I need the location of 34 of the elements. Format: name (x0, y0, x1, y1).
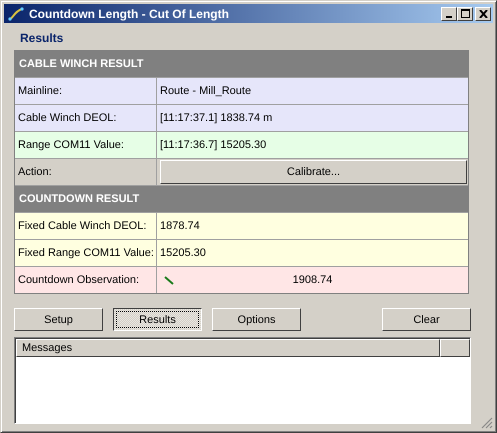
maximize-button[interactable] (457, 6, 473, 20)
slash-icon (164, 276, 174, 284)
row-value: Route - Mill_Route (160, 85, 252, 97)
maximize-icon (460, 9, 470, 18)
resize-grip-icon[interactable] (481, 417, 493, 429)
curve-icon (8, 6, 24, 20)
nav-button[interactable]: Results (113, 308, 202, 331)
window-title: Countdown Length - Cut Of Length (29, 6, 230, 20)
column-header[interactable]: Messages (16, 339, 440, 357)
calibrate-button[interactable]: Calibrate... (160, 160, 467, 184)
row-value: 1908.74 (292, 274, 334, 286)
close-button[interactable] (475, 6, 491, 20)
nav-button[interactable]: Options (212, 308, 301, 331)
row-value: [11:17:37.1] 1838.74 m (160, 112, 272, 124)
row-label: Countdown Observation: (15, 267, 157, 293)
group-header: COUNTDOWN RESULT (15, 186, 468, 213)
row-label: Range COM11 Value: (15, 132, 157, 158)
messages-list[interactable]: Messages (14, 337, 471, 424)
row-label: Action: (15, 159, 157, 185)
nav-button[interactable]: Clear (382, 308, 471, 331)
column-header[interactable] (440, 339, 470, 357)
row-label: Cable Winch DEOL: (15, 105, 157, 131)
row-label: Fixed Cable Winch DEOL: (15, 213, 157, 239)
row-label: Mainline: (15, 78, 157, 104)
row-value: [11:17:36.7] 15205.30 (160, 139, 266, 151)
section-title: Results (20, 31, 64, 45)
group-header: CABLE WINCH RESULT (15, 51, 468, 78)
row-value: 15205.30 (160, 247, 206, 259)
row-value: 1878.74 (160, 220, 200, 232)
close-icon (478, 10, 488, 18)
minimize-icon (446, 16, 452, 18)
nav-button[interactable]: Setup (14, 308, 103, 331)
minimize-button[interactable] (441, 6, 457, 20)
row-label: Fixed Range COM11 Value: (15, 240, 157, 266)
